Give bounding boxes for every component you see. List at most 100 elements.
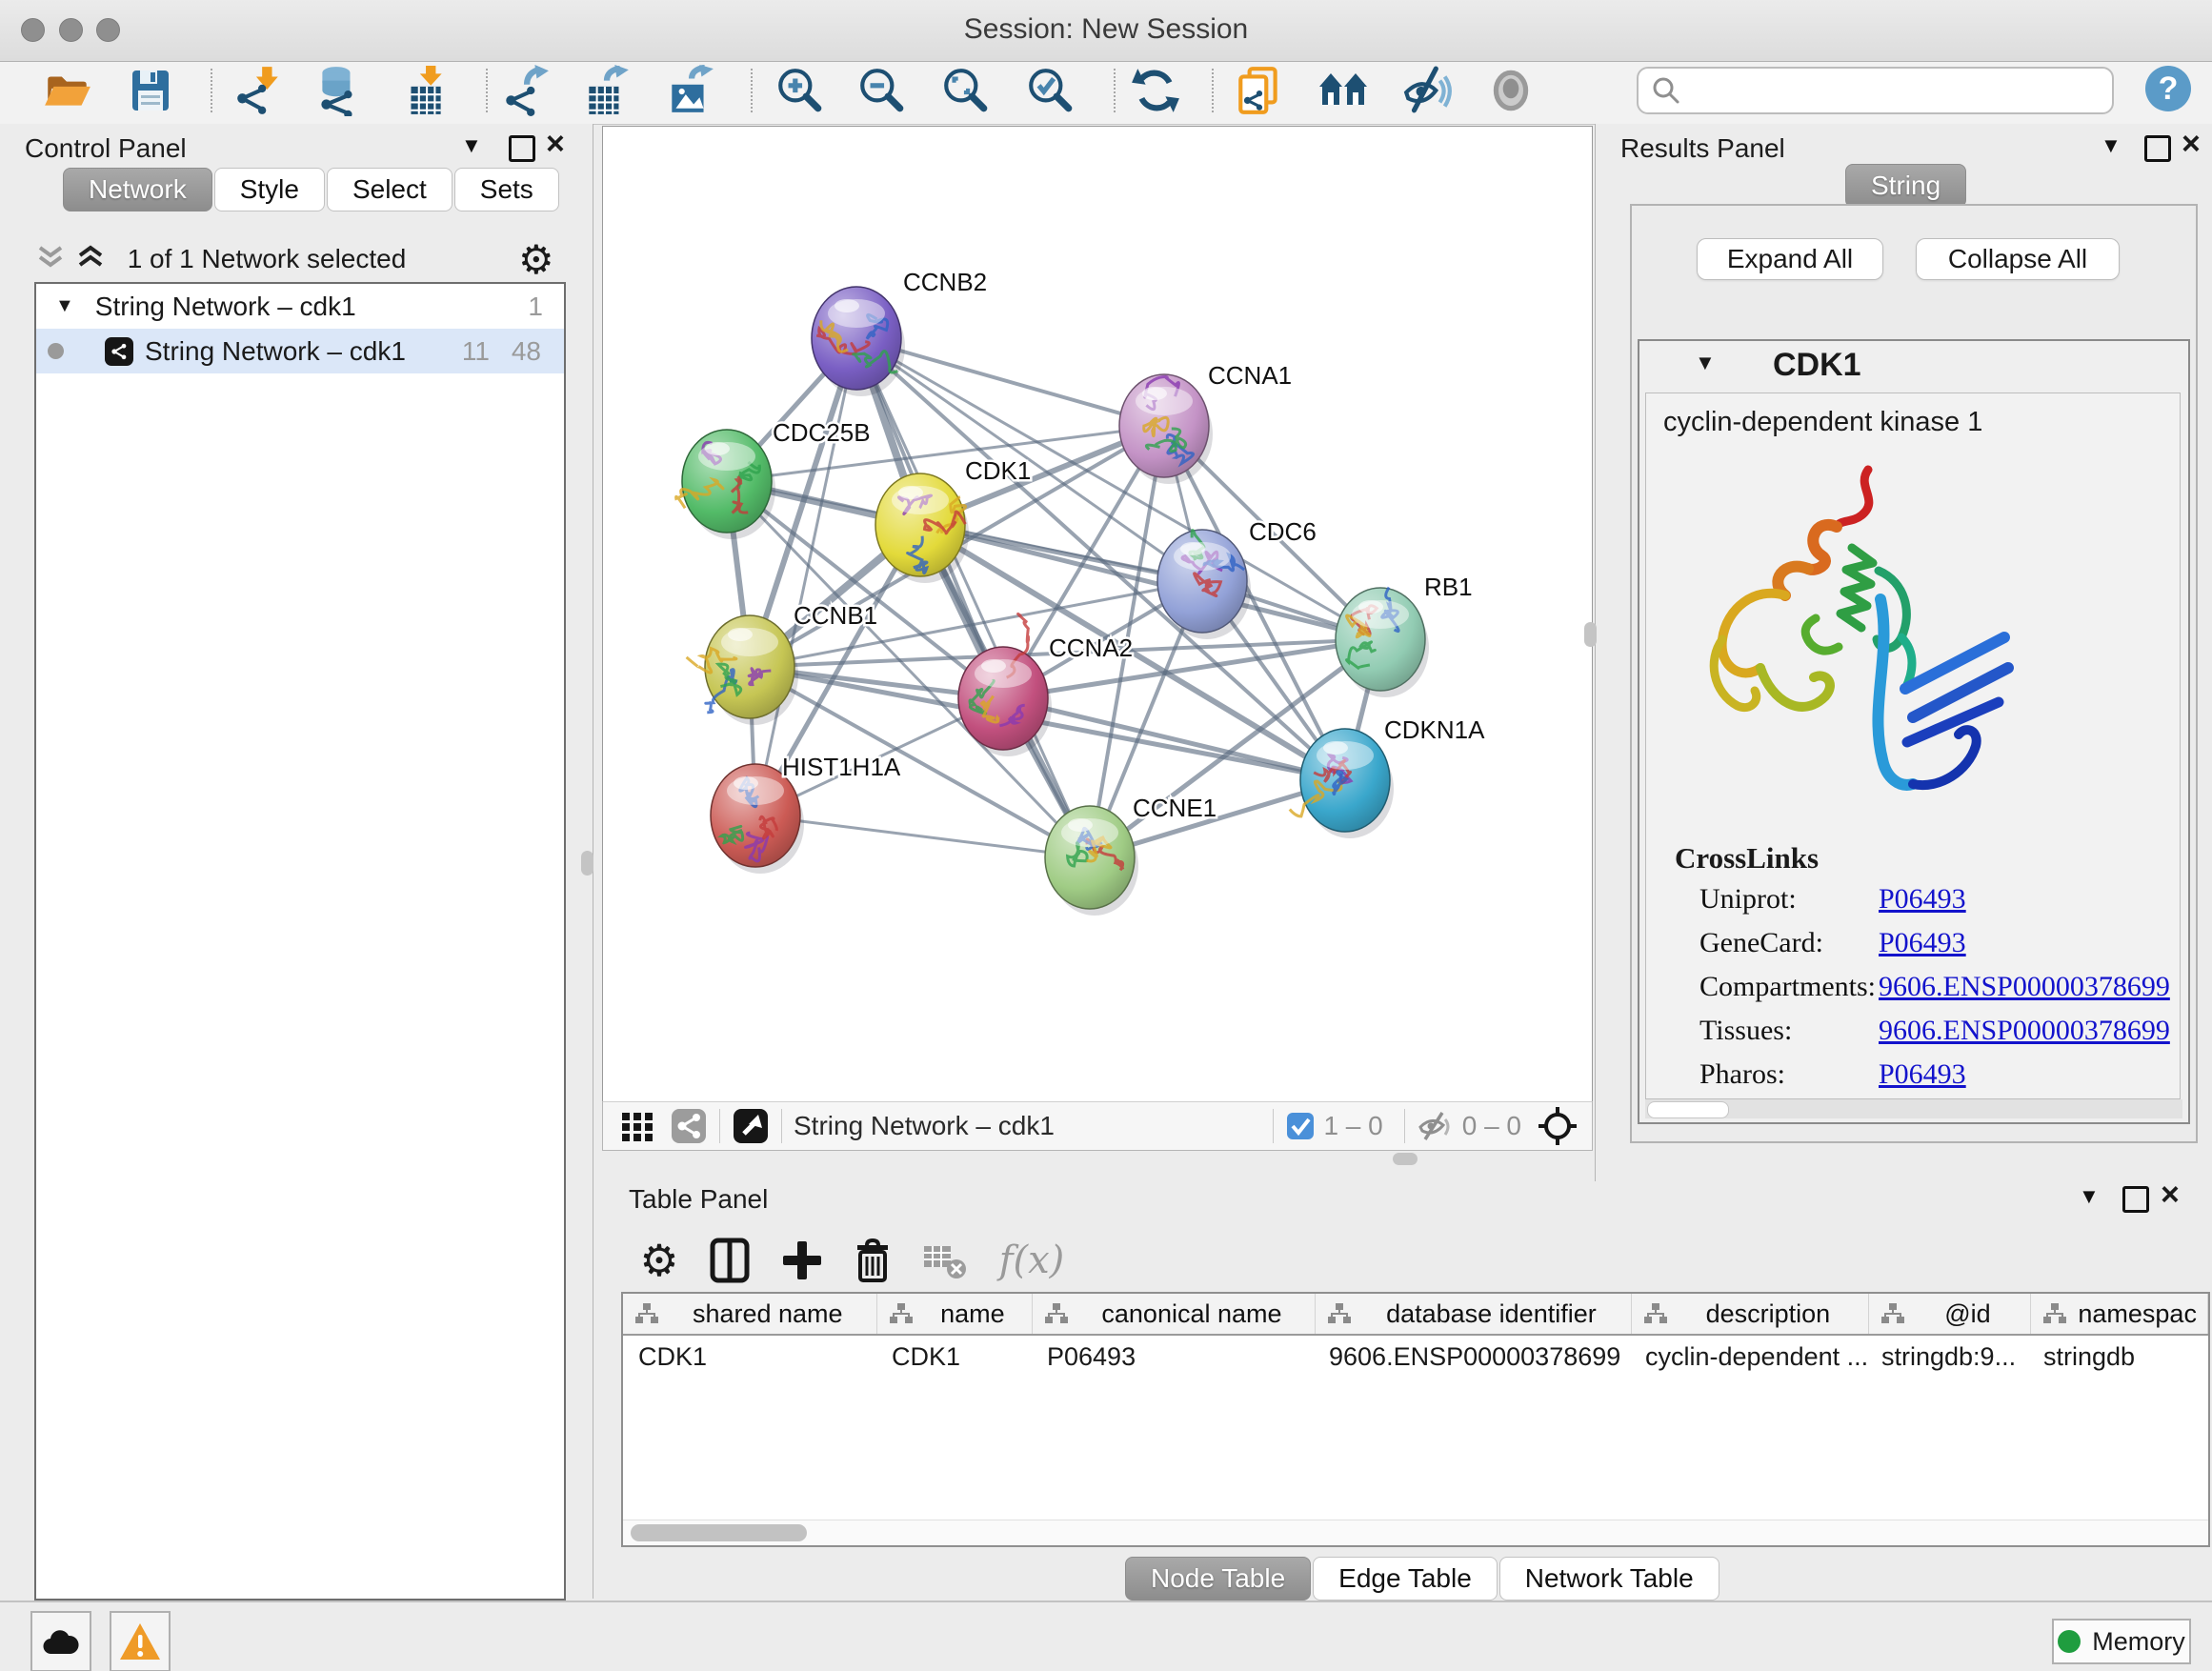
tab-network-table[interactable]: Network Table [1499, 1557, 1719, 1601]
table-row[interactable]: CDK1CDK1P064939606.ENSP00000378699cyclin… [623, 1336, 2208, 1378]
copy-network-button[interactable] [1228, 63, 1291, 118]
zoom-in-button[interactable] [769, 63, 832, 118]
birdseye-view-icon[interactable] [732, 1107, 770, 1145]
delete-column-button[interactable] [843, 1231, 902, 1290]
hidden-eye-icon[interactable] [1417, 1110, 1455, 1142]
cloud-status-button[interactable] [30, 1611, 91, 1671]
table-body: CDK1CDK1P064939606.ENSP00000378699cyclin… [623, 1336, 2208, 1378]
zoom-fit-button[interactable] [935, 63, 997, 118]
apply-layout-button[interactable] [1124, 63, 1187, 118]
control-panel-float-button[interactable] [509, 135, 535, 162]
open-session-button[interactable] [36, 63, 99, 118]
network-row-selected[interactable]: String Network – cdk1 11 48 [36, 329, 564, 373]
column-header-canonical-name[interactable]: canonical name [1033, 1294, 1315, 1334]
export-network-button[interactable] [493, 63, 556, 118]
table-cell: stringdb [2028, 1336, 2204, 1378]
network-node-CCNA1[interactable] [1119, 374, 1213, 484]
tab-string[interactable]: String [1845, 164, 1966, 208]
title-bar: Session: New Session [0, 0, 2212, 62]
export-table-button[interactable] [575, 63, 638, 118]
table-hscroll-thumb[interactable] [631, 1524, 807, 1541]
grid-view-icon[interactable] [618, 1107, 656, 1145]
search-box [1637, 67, 2114, 114]
network-node-CDC25B[interactable] [676, 430, 775, 539]
hide-glasses-button[interactable] [1397, 63, 1459, 118]
warnings-button[interactable] [110, 1611, 171, 1671]
zoom-out-button[interactable] [851, 63, 914, 118]
tab-select[interactable]: Select [327, 168, 452, 211]
search-input[interactable] [1690, 72, 2112, 109]
help-button[interactable]: ? [2137, 61, 2200, 116]
results-panel-close-button[interactable]: × [2182, 133, 2201, 154]
separator [781, 1109, 782, 1143]
share-view-icon[interactable] [670, 1107, 708, 1145]
import-table-from-file-button[interactable] [393, 63, 456, 118]
network-node-CDK1[interactable] [875, 473, 969, 583]
memory-button[interactable]: Memory [2052, 1619, 2191, 1664]
control-panel-close-button[interactable]: × [546, 133, 565, 154]
network-options-gear-icon[interactable]: ⚙ [518, 236, 554, 283]
tab-node-table[interactable]: Node Table [1125, 1557, 1311, 1601]
zoom-selected-button[interactable] [1019, 63, 1082, 118]
attribute-tree-icon [2042, 1301, 2067, 1326]
table-options-button[interactable]: ⚙ [630, 1231, 689, 1290]
column-header-shared-name[interactable]: shared name [623, 1294, 877, 1334]
show-panel-button[interactable] [1479, 63, 1542, 118]
crosslink-value-link[interactable]: 9606.ENSP00000378699 [1879, 971, 2170, 1003]
export-image-button[interactable] [658, 63, 721, 118]
string-query-button[interactable] [1313, 63, 1376, 118]
expand-all-button[interactable]: Expand All [1697, 238, 1883, 280]
results-panel-collapse-button[interactable]: ▼ [2101, 133, 2122, 158]
left-splitter-handle[interactable] [581, 851, 593, 876]
selected-checkbox-icon[interactable] [1285, 1111, 1316, 1141]
network-view-canvas[interactable]: CCNB2CCNA1CDC25BCDK1CDC6RB1CCNB1CCNA2CDK… [602, 126, 1593, 1102]
network-graph[interactable]: CCNB2CCNA1CDC25BCDK1CDC6RB1CCNB1CCNA2CDK… [603, 127, 1592, 1101]
results-panel-float-button[interactable] [2144, 135, 2171, 162]
column-header-label: description [1668, 1299, 1868, 1329]
column-header-namespac[interactable]: namespac [2031, 1294, 2208, 1334]
results-hscroll-thumb[interactable] [1647, 1101, 1729, 1118]
import-network-from-file-button[interactable] [227, 63, 290, 118]
table-hscroll-track[interactable] [623, 1520, 2208, 1545]
right-splitter-handle[interactable] [1584, 622, 1597, 647]
tab-network[interactable]: Network [63, 168, 212, 211]
center-crosshair-icon[interactable] [1537, 1105, 1579, 1147]
save-session-button[interactable] [119, 63, 182, 118]
column-header-description[interactable]: description [1632, 1294, 1869, 1334]
network-edge-CCNB2-HIST1H1A[interactable] [755, 338, 856, 815]
network-node-CCNB2[interactable] [812, 287, 905, 396]
function-builder-button[interactable]: f(x) [989, 1231, 1075, 1290]
crosslink-value-link[interactable]: 9606.ENSP00000378699 [1879, 1015, 2170, 1047]
collapse-all-button[interactable]: Collapse All [1916, 238, 2120, 280]
delete-table-button[interactable] [915, 1231, 975, 1290]
column-header-database-identifier[interactable]: database identifier [1316, 1294, 1632, 1334]
import-network-from-database-button[interactable] [307, 63, 370, 118]
control-panel-collapse-button[interactable]: ▼ [461, 133, 482, 158]
bottom-splitter-handle[interactable] [1393, 1153, 1418, 1165]
results-hscroll-track[interactable] [1645, 1099, 2182, 1118]
network-node-CCNE1[interactable] [1045, 806, 1138, 916]
network-node-CCNB1[interactable] [687, 615, 798, 725]
table-panel-close-button[interactable]: × [2161, 1184, 2180, 1205]
network-collection-row[interactable]: ▼ String Network – cdk1 1 [36, 284, 564, 329]
collection-expand-triangle[interactable]: ▼ [55, 295, 74, 317]
crosslink-value-link[interactable]: P06493 [1879, 1058, 1966, 1091]
tab-sets[interactable]: Sets [454, 168, 559, 211]
column-header-name[interactable]: name [877, 1294, 1034, 1334]
table-panel-collapse-button[interactable]: ▼ [2079, 1184, 2100, 1209]
add-column-button[interactable] [773, 1231, 832, 1290]
network-name: String Network – cdk1 [145, 336, 406, 367]
crosslink-value-link[interactable]: P06493 [1879, 883, 1966, 916]
cdk1-collapse-triangle[interactable]: ▼ [1695, 351, 1716, 375]
crosslink-value-link[interactable]: P06493 [1879, 927, 1966, 959]
show-columns-button[interactable] [700, 1231, 759, 1290]
node-label-CCNA2: CCNA2 [1049, 634, 1133, 662]
table-panel-float-button[interactable] [2122, 1186, 2149, 1213]
plus-icon [781, 1239, 823, 1281]
network-node-RB1[interactable] [1336, 588, 1429, 697]
column-header-@id[interactable]: @id [1869, 1294, 2032, 1334]
tab-edge-table[interactable]: Edge Table [1313, 1557, 1498, 1601]
tab-style[interactable]: Style [214, 168, 325, 211]
network-edge-CCNE1-HIST1H1A[interactable] [755, 815, 1090, 857]
results-panel-title: Results Panel [1620, 133, 1785, 164]
